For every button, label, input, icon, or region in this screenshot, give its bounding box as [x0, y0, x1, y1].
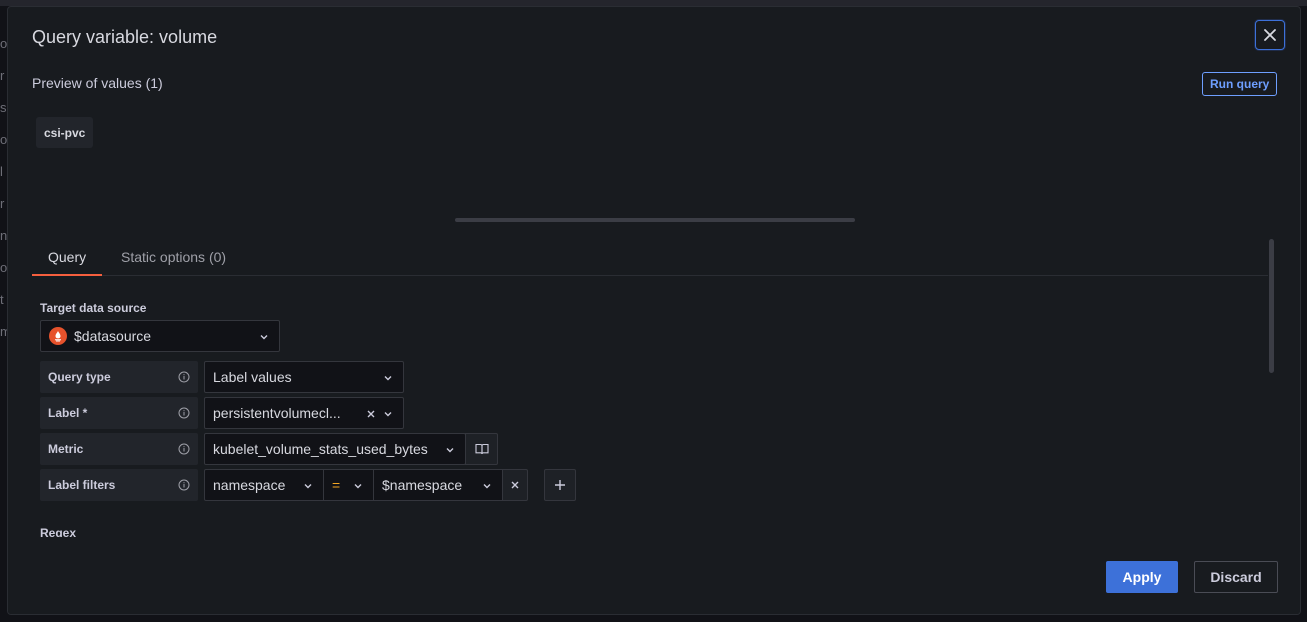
- tab-static-options[interactable]: Static options (0): [121, 245, 226, 276]
- chevron-down-icon: [260, 335, 268, 340]
- modal-title: Query variable: volume: [32, 27, 218, 47]
- chevron-down-icon: [354, 484, 362, 489]
- add-filter-button[interactable]: [544, 469, 576, 501]
- filter-operator-value: =: [332, 477, 341, 493]
- chevron-down-icon: [384, 412, 392, 417]
- datasource-select[interactable]: $datasource: [40, 320, 280, 352]
- filter-key-select[interactable]: namespace: [204, 469, 324, 501]
- apply-button[interactable]: Apply: [1106, 561, 1178, 593]
- query-variable-modal: Query variable: volume Preview of values…: [7, 6, 1301, 615]
- label-label-box: Label *: [40, 397, 198, 429]
- query-type-select[interactable]: Label values: [204, 361, 404, 393]
- metric-label-box: Metric: [40, 433, 198, 465]
- label-filters-label-box: Label filters: [40, 469, 198, 501]
- background-fragment: l: [0, 164, 3, 179]
- metric-label: Metric: [48, 442, 84, 456]
- filter-operator-select[interactable]: =: [323, 469, 374, 501]
- info-icon[interactable]: [178, 479, 190, 491]
- background-fragment: r: [0, 196, 5, 211]
- info-icon[interactable]: [178, 443, 190, 455]
- background-fragment: s: [0, 100, 7, 115]
- background-fragment: t: [0, 292, 4, 307]
- filter-value-select[interactable]: $namespace: [373, 469, 503, 501]
- metrics-explorer-button[interactable]: [465, 433, 498, 465]
- chevron-down-icon: [446, 448, 454, 453]
- discard-button[interactable]: Discard: [1194, 561, 1278, 593]
- label-select[interactable]: persistentvolumecl...: [204, 397, 404, 429]
- scrollbar[interactable]: [1269, 239, 1274, 373]
- chevron-down-icon: [384, 376, 392, 381]
- metric-value: kubelet_volume_stats_used_bytes: [213, 441, 428, 457]
- label-value: persistentvolumecl...: [213, 405, 341, 421]
- info-icon[interactable]: [178, 371, 190, 383]
- chevron-down-icon: [483, 484, 491, 489]
- background-fragment: r: [0, 68, 5, 83]
- query-type-label: Query type: [48, 370, 111, 384]
- label-filters-label: Label filters: [48, 478, 116, 492]
- preview-value-chip: csi-pvc: [36, 117, 94, 148]
- chevron-down-icon: [304, 484, 312, 489]
- preview-title: Preview of values (1): [32, 75, 163, 91]
- query-type-value: Label values: [213, 369, 292, 385]
- prometheus-icon: [49, 327, 67, 345]
- close-icon: [1264, 29, 1276, 41]
- clear-icon[interactable]: [366, 409, 376, 419]
- close-icon: [511, 481, 519, 489]
- tab-query[interactable]: Query: [32, 245, 103, 276]
- info-icon[interactable]: [178, 407, 190, 419]
- close-button[interactable]: [1255, 20, 1285, 50]
- label-label: Label *: [48, 406, 88, 420]
- filter-key-value: namespace: [213, 477, 286, 493]
- resize-handle[interactable]: [455, 218, 855, 222]
- query-type-label-box: Query type: [40, 361, 198, 393]
- target-datasource-label: Target data source: [40, 301, 147, 315]
- book-icon: [474, 443, 489, 455]
- remove-filter-button[interactable]: [502, 469, 528, 501]
- run-query-button[interactable]: Run query: [1202, 72, 1278, 96]
- plus-icon: [555, 480, 565, 490]
- metric-select[interactable]: kubelet_volume_stats_used_bytes: [204, 433, 466, 465]
- tab-bar: Query Static options (0): [32, 245, 1268, 276]
- datasource-value: $datasource: [74, 328, 152, 344]
- filter-value: $namespace: [382, 477, 463, 493]
